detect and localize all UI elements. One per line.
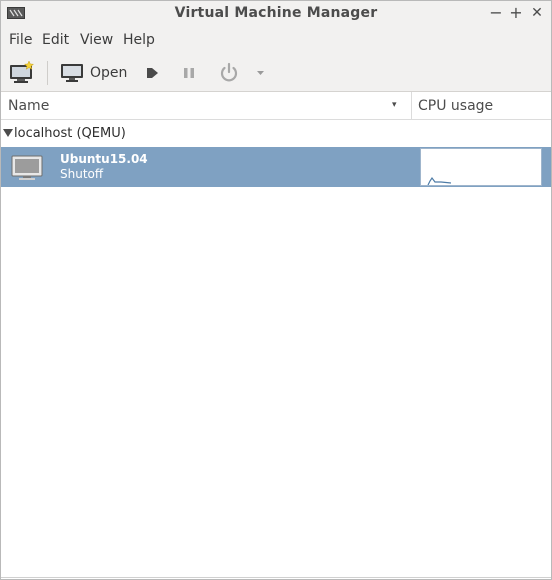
menu-bar: File Edit View Help bbox=[1, 27, 551, 54]
maximize-button[interactable]: + bbox=[507, 3, 525, 23]
menu-help[interactable]: Help bbox=[123, 32, 155, 48]
pause-icon[interactable] bbox=[182, 66, 196, 80]
monitor-icon bbox=[11, 155, 43, 180]
toolbar-separator bbox=[47, 61, 48, 85]
title-bar[interactable]: Virtual Machine Manager − + ✕ bbox=[1, 1, 551, 27]
chevron-down-icon[interactable] bbox=[256, 69, 265, 77]
cpu-sparkline bbox=[427, 176, 452, 186]
menu-view[interactable]: View bbox=[80, 32, 113, 48]
sort-indicator-icon[interactable]: ▾ bbox=[392, 100, 397, 110]
cpu-usage-graph bbox=[420, 148, 542, 186]
menu-file[interactable]: File bbox=[9, 32, 32, 48]
window-title: Virtual Machine Manager bbox=[174, 5, 378, 21]
power-icon[interactable] bbox=[218, 62, 240, 84]
expander-arrow-icon[interactable] bbox=[3, 129, 13, 137]
new-vm-icon[interactable] bbox=[9, 60, 35, 84]
vm-status: Shutoff bbox=[60, 167, 104, 181]
column-name-header[interactable]: Name bbox=[8, 98, 49, 114]
play-icon[interactable] bbox=[146, 66, 160, 80]
minimize-button[interactable]: − bbox=[487, 3, 505, 23]
connection-label: localhost (QEMU) bbox=[14, 126, 126, 141]
open-console-icon[interactable] bbox=[60, 63, 84, 83]
connection-row[interactable]: localhost (QEMU) bbox=[1, 122, 551, 146]
toolbar: Open bbox=[1, 54, 551, 92]
status-divider bbox=[1, 577, 551, 578]
menu-edit[interactable]: Edit bbox=[42, 32, 69, 48]
column-header: Name ▾ CPU usage bbox=[1, 92, 551, 120]
open-button[interactable]: Open bbox=[90, 65, 127, 81]
close-button[interactable]: ✕ bbox=[528, 3, 546, 23]
vm-name: Ubuntu15.04 bbox=[60, 152, 148, 166]
column-divider[interactable] bbox=[411, 92, 412, 120]
app-window: Virtual Machine Manager − + ✕ File Edit … bbox=[0, 0, 552, 580]
column-cpu-header[interactable]: CPU usage bbox=[418, 98, 493, 114]
